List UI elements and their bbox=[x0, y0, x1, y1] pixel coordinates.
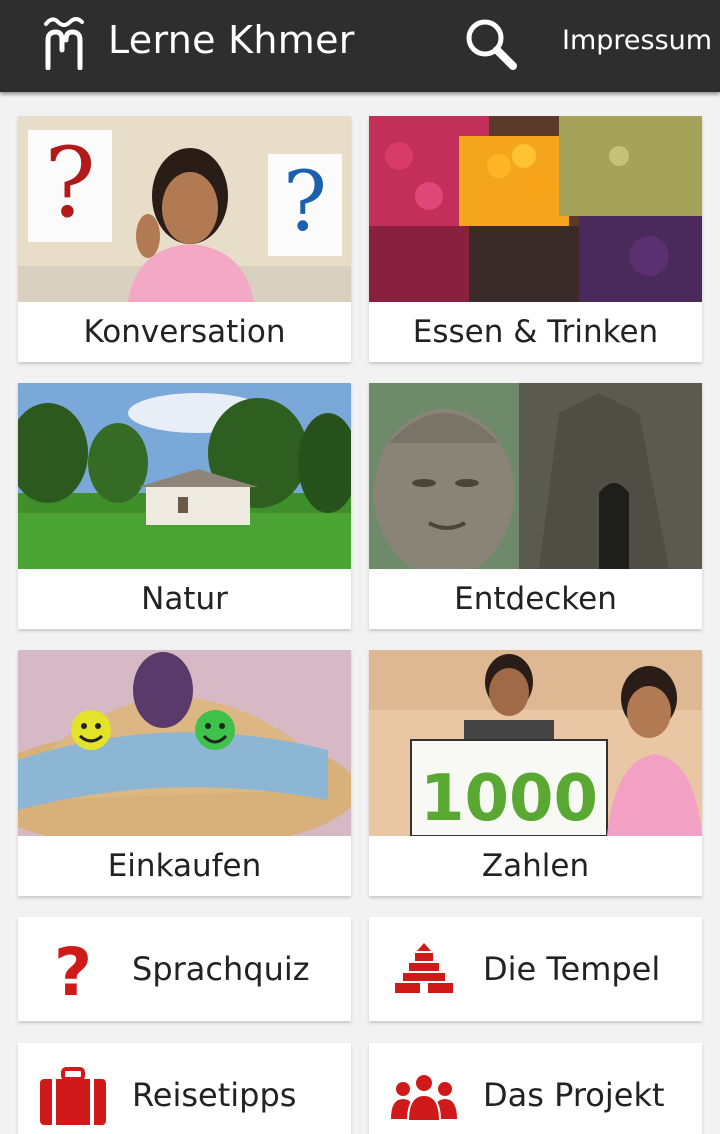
app-title: Lerne Khmer bbox=[108, 18, 355, 62]
category-tile-natur[interactable]: Natur bbox=[18, 383, 351, 629]
svg-text:?: ? bbox=[44, 127, 95, 239]
people-group-icon bbox=[391, 1073, 457, 1122]
button-label: Die Tempel bbox=[483, 950, 661, 988]
question-mark-icon: ? bbox=[54, 937, 92, 1001]
die-tempel-button[interactable]: Die Tempel bbox=[369, 917, 702, 1021]
entdecken-photo bbox=[369, 383, 702, 569]
khmer-letter-logo bbox=[44, 17, 84, 70]
category-tile-einkaufen[interactable]: Einkaufen bbox=[18, 650, 351, 896]
number-sign: 1000 bbox=[420, 762, 598, 836]
svg-text:?: ? bbox=[283, 155, 327, 250]
category-tile-essen-trinken[interactable]: Essen & Trinken bbox=[369, 116, 702, 362]
suitcase-icon bbox=[40, 1067, 106, 1125]
essen-trinken-photo bbox=[369, 116, 702, 302]
button-label: Sprachquiz bbox=[132, 950, 310, 988]
natur-photo bbox=[18, 383, 351, 569]
category-label: Konversation bbox=[83, 314, 286, 350]
search-icon[interactable] bbox=[462, 15, 520, 73]
button-label: Reisetipps bbox=[132, 1076, 297, 1114]
category-tile-konversation[interactable]: ? ? Konversation bbox=[18, 116, 351, 362]
app-bar: Lerne Khmer Impressum bbox=[0, 0, 720, 92]
sprachquiz-button[interactable]: ? Sprachquiz bbox=[18, 917, 351, 1021]
category-label: Entdecken bbox=[454, 581, 617, 617]
category-label: Essen & Trinken bbox=[412, 314, 659, 350]
category-tile-zahlen[interactable]: 1000 Zahlen bbox=[369, 650, 702, 896]
category-label: Einkaufen bbox=[107, 848, 262, 884]
impressum-link[interactable]: Impressum bbox=[562, 25, 712, 56]
temple-icon bbox=[395, 943, 453, 993]
reisetipps-button[interactable]: Reisetipps bbox=[18, 1043, 351, 1134]
button-label: Das Projekt bbox=[483, 1076, 665, 1114]
svg-text:?: ? bbox=[54, 937, 92, 1001]
konversation-photo: ? ? bbox=[18, 116, 351, 302]
zahlen-photo: 1000 bbox=[369, 650, 702, 836]
category-tile-entdecken[interactable]: Entdecken bbox=[369, 383, 702, 629]
category-label: Natur bbox=[141, 581, 228, 617]
das-projekt-button[interactable]: Das Projekt bbox=[369, 1043, 702, 1134]
einkaufen-photo bbox=[18, 650, 351, 836]
category-label: Zahlen bbox=[481, 848, 590, 884]
